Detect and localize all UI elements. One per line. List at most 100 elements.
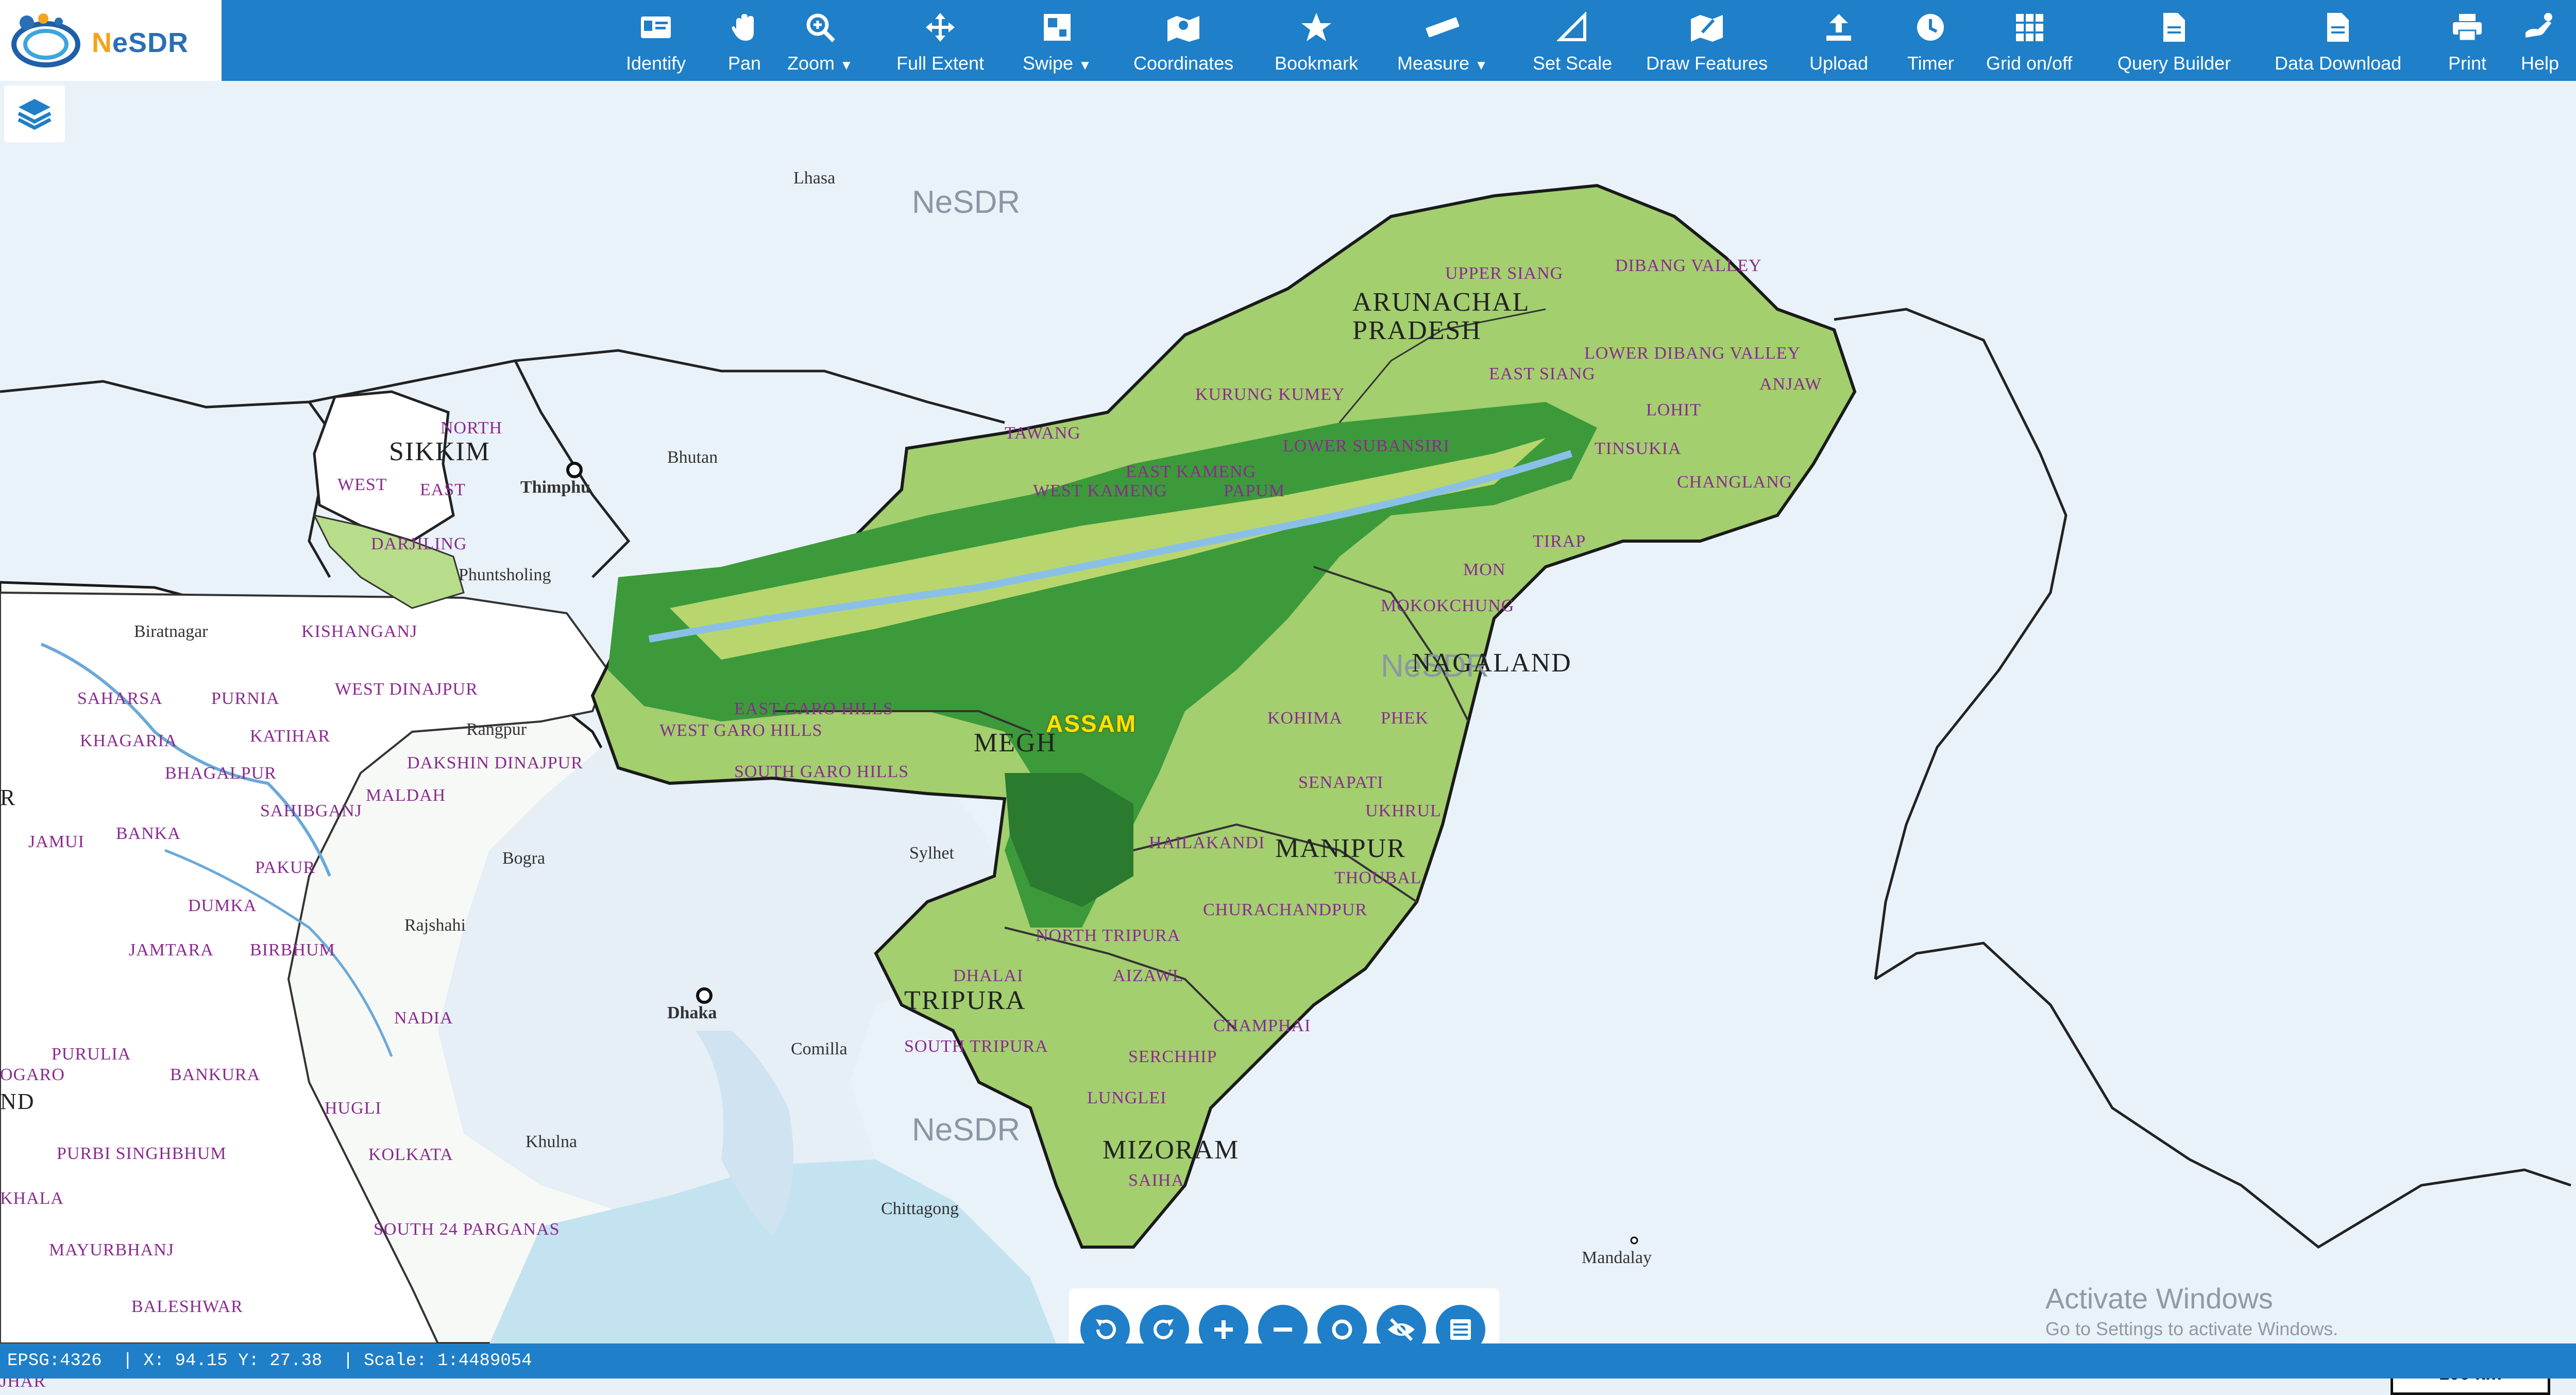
city-label: Lhasa xyxy=(793,169,836,188)
district-label: TAWANG xyxy=(1005,424,1081,443)
minus-icon xyxy=(1274,1327,1292,1332)
district-label: EAST GARO HILLS xyxy=(734,699,894,718)
district-label: ANJAW xyxy=(1759,375,1822,394)
district-label: MALDAH xyxy=(366,786,446,805)
district-label: JAMTARA xyxy=(129,940,214,960)
full-extent-tool[interactable]: Full Extent xyxy=(896,0,984,81)
district-label: WEST GARO HILLS xyxy=(659,721,823,740)
district-label: SAIHA xyxy=(1128,1171,1184,1190)
state-label-nagaland: NAGALAND xyxy=(1412,648,1572,678)
document-icon xyxy=(2320,9,2356,45)
map-canvas[interactable]: NeSDR NeSDR NeSDR ARUNACHAL PRADESH SIKK… xyxy=(0,81,2576,1395)
city-label: Comilla xyxy=(791,1039,848,1058)
identify-tool[interactable]: Identify xyxy=(626,0,686,81)
district-label: DAKSHIN DINAJPUR xyxy=(407,753,583,772)
state-label-meghalaya: MEGH xyxy=(974,728,1057,758)
district-label: LOWER DIBANG VALLEY xyxy=(1584,344,1801,363)
capital-marker-icon xyxy=(696,987,713,1004)
eye-slash-icon xyxy=(1388,1318,1415,1341)
state-label-sikkim: SIKKIM xyxy=(389,437,490,466)
zoom-icon xyxy=(802,9,838,45)
list-icon xyxy=(1450,1319,1471,1340)
chevron-down-icon: ▼ xyxy=(1475,57,1488,73)
map-watermark: NeSDR xyxy=(912,1112,1021,1148)
print-tool[interactable]: Print xyxy=(2448,0,2486,81)
help-hand-icon xyxy=(2522,9,2558,45)
city-label: Rajshahi xyxy=(404,916,466,935)
district-label: THOUBAL xyxy=(1334,868,1422,887)
district-label: CHURACHANDPUR xyxy=(1203,900,1368,919)
city-label: Rangpur xyxy=(466,720,527,739)
coordinates-tool[interactable]: Coordinates xyxy=(1133,0,1233,81)
district-label: KURUNG KUMEY xyxy=(1195,385,1345,404)
zoom-tool[interactable]: Zoom ▼ xyxy=(787,0,853,81)
district-label: SOUTH 24 PARGANAS xyxy=(374,1220,560,1239)
city-label: Sylhet xyxy=(909,844,954,863)
city-label: Chittagong xyxy=(881,1199,959,1218)
state-label-tripura: TRIPURA xyxy=(904,986,1026,1015)
edge-label: ND xyxy=(0,1089,35,1114)
rotate-right-icon xyxy=(1154,1319,1174,1339)
data-download-tool[interactable]: Data Download xyxy=(2275,0,2401,81)
district-label: DIBANG VALLEY xyxy=(1615,256,1762,275)
district-label: BIRBHUM xyxy=(250,940,335,960)
district-label: BANKA xyxy=(116,824,181,843)
document-icon xyxy=(2156,9,2192,45)
swipe-tool[interactable]: Swipe ▼ xyxy=(1023,0,1092,81)
district-label: JAMUI xyxy=(28,832,84,851)
coordinate-readout: | X: 94.15 Y: 27.38 xyxy=(122,1351,323,1371)
district-label: EAST SIANG xyxy=(1489,364,1596,383)
district-label: KHAGARIA xyxy=(80,731,178,750)
district-label: EAST xyxy=(420,480,466,499)
set-scale-tool[interactable]: Set Scale xyxy=(1533,0,1612,81)
id-card-icon xyxy=(638,9,674,45)
district-label: WEST xyxy=(337,475,387,494)
district-label: EAST KAMENG xyxy=(1126,462,1257,481)
district-label: DUMKA xyxy=(188,896,257,915)
city-label: Mandalay xyxy=(1582,1248,1652,1267)
clock-icon xyxy=(1912,9,1948,45)
scale-readout: | Scale: 1:4489054 xyxy=(343,1351,532,1371)
district-label: KATIHAR xyxy=(250,727,331,746)
district-label: CHAMPHAI xyxy=(1213,1016,1311,1035)
district-label: DARJILING xyxy=(371,534,467,553)
draw-features-tool[interactable]: Draw Features xyxy=(1646,0,1768,81)
plus-icon xyxy=(1214,1320,1233,1339)
projection-readout: EPSG:4326 xyxy=(7,1351,102,1371)
globe-logo-icon xyxy=(11,13,80,68)
query-builder-tool[interactable]: Query Builder xyxy=(2117,0,2231,81)
map-watermark: NeSDR xyxy=(912,184,1021,220)
district-label: WEST KAMENG xyxy=(1033,481,1167,500)
map-pin-icon xyxy=(1165,9,1201,45)
district-label: UPPER SIANG xyxy=(1445,264,1564,283)
help-tool[interactable]: Help xyxy=(2521,0,2559,81)
measure-tool[interactable]: Measure ▼ xyxy=(1397,0,1488,81)
district-label: MAYURBHANJ xyxy=(49,1240,175,1259)
timer-tool[interactable]: Timer xyxy=(1907,0,1954,81)
district-label: UKHRUL xyxy=(1365,801,1442,820)
ruler-icon xyxy=(1425,9,1461,45)
pan-tool[interactable]: Pan xyxy=(726,0,762,81)
district-label: PURNIA xyxy=(211,689,280,708)
district-label: MON xyxy=(1463,560,1506,579)
city-marker-icon xyxy=(1630,1236,1638,1245)
district-label: HAILAKANDI xyxy=(1149,833,1265,852)
district-label: SOUTH GARO HILLS xyxy=(734,762,909,781)
chevron-down-icon: ▼ xyxy=(1078,57,1092,73)
district-label: MOKOKCHUNG xyxy=(1381,596,1515,615)
district-label: PAKUR xyxy=(255,858,316,877)
grid-toggle-tool[interactable]: Grid on/off xyxy=(1986,0,2072,81)
layers-button[interactable] xyxy=(4,86,65,142)
district-label: KOHIMA xyxy=(1267,709,1343,728)
district-label: PURBI SINGHBHUM xyxy=(57,1144,227,1163)
app-logo: NeSDR xyxy=(0,0,222,81)
district-label: PAPUM xyxy=(1224,481,1285,500)
state-label-manipur: MANIPUR xyxy=(1275,834,1406,863)
district-label: SENAPATI xyxy=(1298,773,1384,792)
printer-icon xyxy=(2449,9,2485,45)
upload-tool[interactable]: Upload xyxy=(1809,0,1868,81)
chevron-down-icon: ▼ xyxy=(840,57,853,73)
state-label-arunachal: ARUNACHAL xyxy=(1352,288,1530,317)
bookmark-tool[interactable]: Bookmark xyxy=(1275,0,1358,81)
district-label: SAHARSA xyxy=(77,689,163,708)
